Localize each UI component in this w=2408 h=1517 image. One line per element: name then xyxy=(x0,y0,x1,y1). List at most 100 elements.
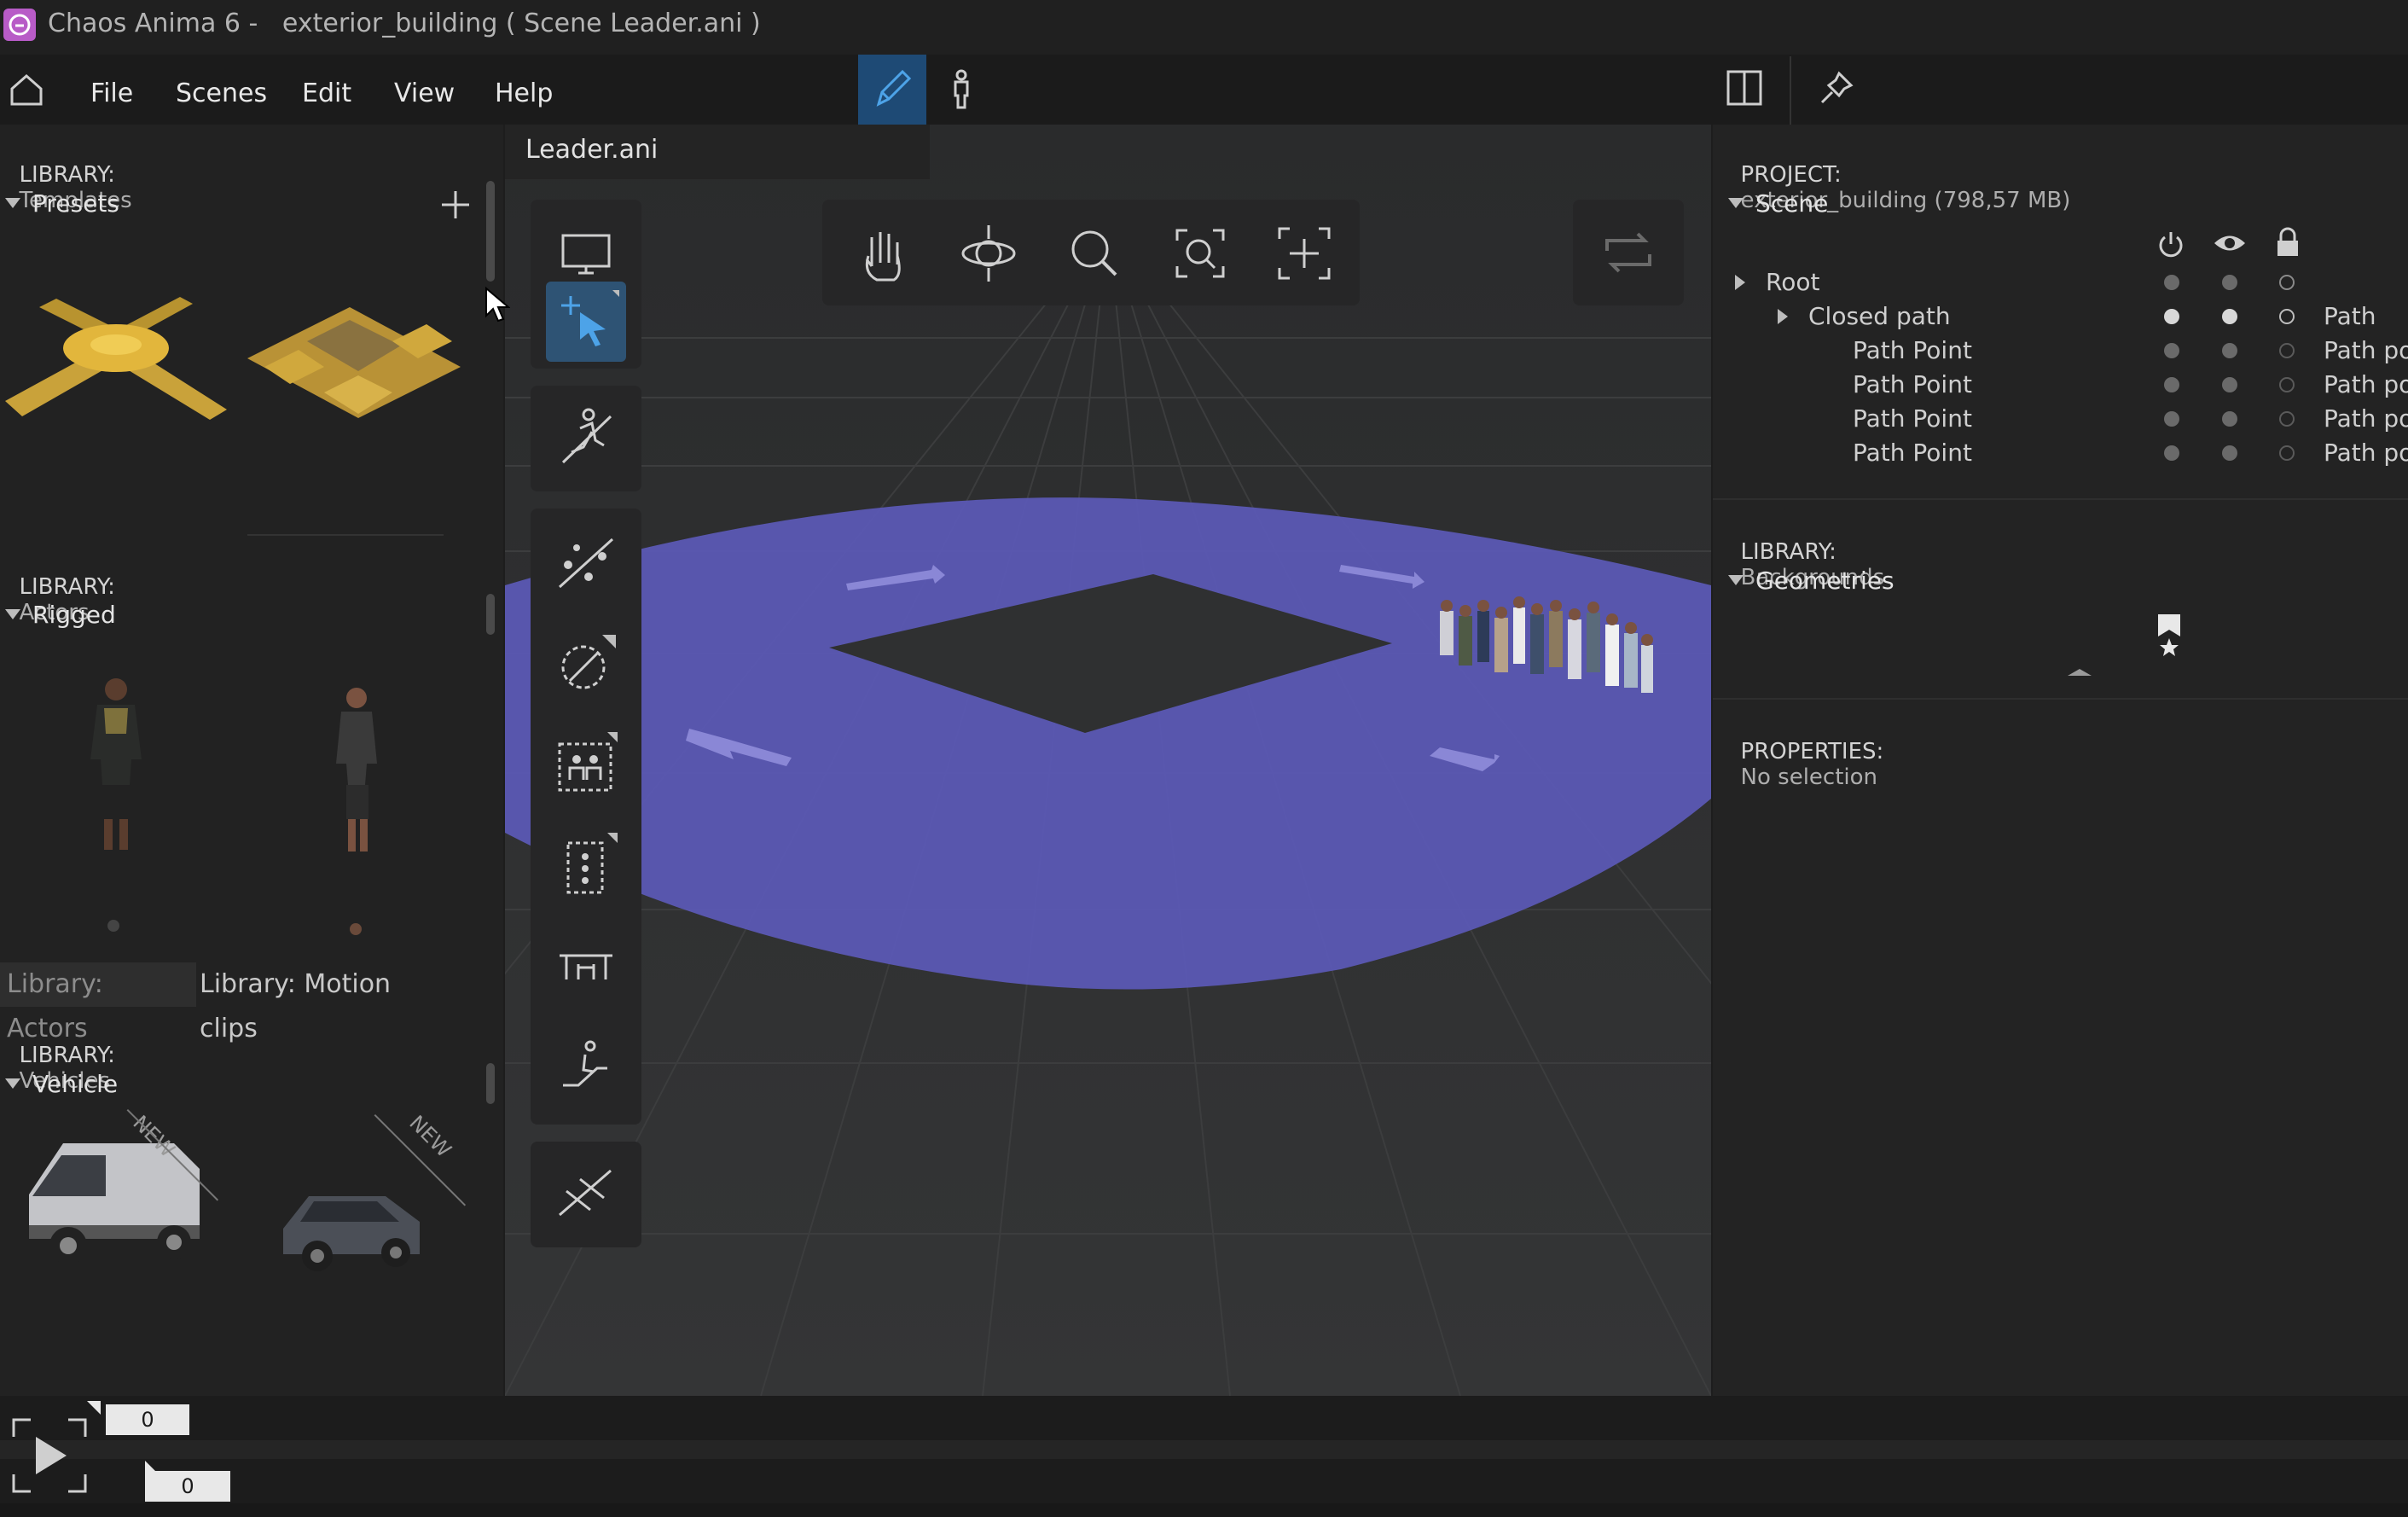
menu-file[interactable]: File xyxy=(90,78,133,108)
lock-toggle[interactable] xyxy=(2279,309,2295,324)
tree-item-path-point[interactable]: Path Point xyxy=(1853,439,1972,467)
collapse-handle-icon[interactable] xyxy=(2068,669,2092,676)
edit-mode-button[interactable] xyxy=(858,55,926,125)
tree-item-path-point[interactable]: Path Point xyxy=(1853,336,1972,364)
visibility-toggle[interactable] xyxy=(2222,377,2237,392)
crowd-area-icon[interactable] xyxy=(546,724,626,804)
tree-item-closed-path[interactable]: Closed path xyxy=(1808,302,1951,330)
template-thumbnail-2[interactable] xyxy=(247,290,461,435)
menu-help[interactable]: Help xyxy=(495,78,553,108)
templates-scrollbar[interactable] xyxy=(486,181,495,282)
section-geometries[interactable]: Geometries xyxy=(1755,567,1894,595)
collapse-triangle-icon[interactable] xyxy=(5,609,20,619)
zoom-extents-icon[interactable] xyxy=(1160,213,1240,294)
scatter-tool-icon[interactable] xyxy=(546,522,626,602)
tool-group xyxy=(531,1142,641,1247)
tab-library-actors[interactable]: Library: Actors xyxy=(0,962,196,1043)
seating-area-icon[interactable] xyxy=(546,925,626,1005)
properties-value: No selection xyxy=(1740,764,1878,790)
pan-hand-icon[interactable] xyxy=(843,213,923,294)
timeline-scroll[interactable] xyxy=(0,1503,2408,1517)
add-icon[interactable] xyxy=(437,186,474,224)
navigation-toolbar xyxy=(822,200,1360,305)
lock-toggle[interactable] xyxy=(2279,411,2295,427)
collapse-triangle-icon[interactable] xyxy=(5,1078,20,1089)
actor-mode-icon[interactable] xyxy=(938,67,984,113)
timeline-track[interactable] xyxy=(0,1440,2408,1459)
enable-toggle[interactable] xyxy=(2164,411,2179,427)
enable-toggle[interactable] xyxy=(2164,309,2179,324)
playhead-icon[interactable] xyxy=(145,1461,159,1474)
frame-selection-icon[interactable] xyxy=(1264,213,1344,294)
collapse-triangle-icon[interactable] xyxy=(1728,575,1744,585)
section-rigged[interactable]: Rigged xyxy=(32,601,116,629)
vehicles-scrollbar[interactable] xyxy=(486,1063,495,1104)
visibility-toggle[interactable] xyxy=(2222,275,2237,290)
library-label: LIBRARY: xyxy=(19,1043,115,1068)
menu-edit[interactable]: Edit xyxy=(302,78,351,108)
collapse-triangle-icon[interactable] xyxy=(1728,198,1744,208)
lock-toggle[interactable] xyxy=(2279,377,2295,392)
align-tool-icon[interactable] xyxy=(546,1154,626,1234)
tree-item-path-point[interactable]: Path Point xyxy=(1853,404,1972,433)
tree-item-path-point[interactable]: Path Point xyxy=(1853,370,1972,398)
divider xyxy=(247,534,444,536)
panel-layout-icon[interactable] xyxy=(1723,67,1766,109)
visibility-toggle[interactable] xyxy=(2222,411,2237,427)
window-title: Chaos Anima 6 - exterior_building ( Scen… xyxy=(48,9,761,38)
library-label: LIBRARY: xyxy=(1740,539,1836,565)
orbit-icon[interactable] xyxy=(949,213,1029,294)
actor-thumbnail-3[interactable] xyxy=(107,920,119,932)
escalator-icon[interactable] xyxy=(546,1026,626,1106)
enable-toggle[interactable] xyxy=(2164,377,2179,392)
pin-icon[interactable] xyxy=(1815,67,1858,109)
timeline-start-frame[interactable]: 0 xyxy=(106,1404,189,1435)
section-scene[interactable]: Scene xyxy=(1755,189,1828,218)
enable-toggle[interactable] xyxy=(2164,275,2179,290)
power-icon[interactable] xyxy=(2155,227,2187,259)
tree-expand-icon[interactable] xyxy=(1778,309,1788,324)
section-vehicle[interactable]: Vehicle xyxy=(32,1070,118,1098)
enable-toggle[interactable] xyxy=(2164,445,2179,461)
zoom-icon[interactable] xyxy=(1054,213,1134,294)
exclusion-area-icon[interactable] xyxy=(546,623,626,703)
tree-item-root[interactable]: Root xyxy=(1766,268,1819,296)
vehicle-thumbnail-suv[interactable] xyxy=(275,1160,437,1280)
lock-icon[interactable] xyxy=(2272,225,2303,259)
tree-expand-icon[interactable] xyxy=(1735,275,1745,290)
actor-thumbnail-1[interactable] xyxy=(72,674,160,862)
queue-area-icon[interactable] xyxy=(546,824,626,904)
actor-thumbnail-2[interactable] xyxy=(314,683,399,862)
tab-library-motion-clips[interactable]: Library: Motion clips xyxy=(193,962,454,1043)
lock-toggle[interactable] xyxy=(2279,445,2295,461)
visibility-toggle[interactable] xyxy=(2222,343,2237,358)
divider xyxy=(1713,698,2408,700)
select-move-icon[interactable] xyxy=(546,282,626,362)
divider xyxy=(1713,498,2408,500)
home-icon[interactable] xyxy=(7,70,46,109)
enable-toggle[interactable] xyxy=(2164,343,2179,358)
marker-flag-icon xyxy=(87,1401,101,1415)
menu-bar xyxy=(0,55,2408,125)
vehicle-thumbnail-van[interactable] xyxy=(12,1118,225,1280)
3d-viewport[interactable] xyxy=(505,125,1711,1396)
tree-item-type: Path po xyxy=(2324,336,2408,364)
walk-path-icon[interactable] xyxy=(546,398,626,478)
lock-toggle[interactable] xyxy=(2279,343,2295,358)
template-thumbnail-1[interactable] xyxy=(5,282,227,427)
visibility-toggle[interactable] xyxy=(2222,445,2237,461)
lock-toggle[interactable] xyxy=(2279,275,2295,290)
visibility-toggle[interactable] xyxy=(2222,309,2237,324)
menu-view[interactable]: View xyxy=(394,78,455,108)
menu-scenes[interactable]: Scenes xyxy=(176,78,267,108)
loop-camera-button[interactable] xyxy=(1573,200,1684,305)
menu-divider xyxy=(1790,56,1791,125)
section-presets[interactable]: Presets xyxy=(32,189,119,218)
timeline-current-frame[interactable]: 0 xyxy=(145,1471,230,1502)
bookmark-star-icon[interactable] xyxy=(2153,611,2185,660)
play-icon[interactable] xyxy=(32,1433,70,1478)
collapse-triangle-icon[interactable] xyxy=(5,198,20,208)
actors-scrollbar[interactable] xyxy=(486,594,495,635)
visibility-eye-icon[interactable] xyxy=(2213,227,2247,259)
actor-thumbnail-4[interactable] xyxy=(350,923,362,935)
